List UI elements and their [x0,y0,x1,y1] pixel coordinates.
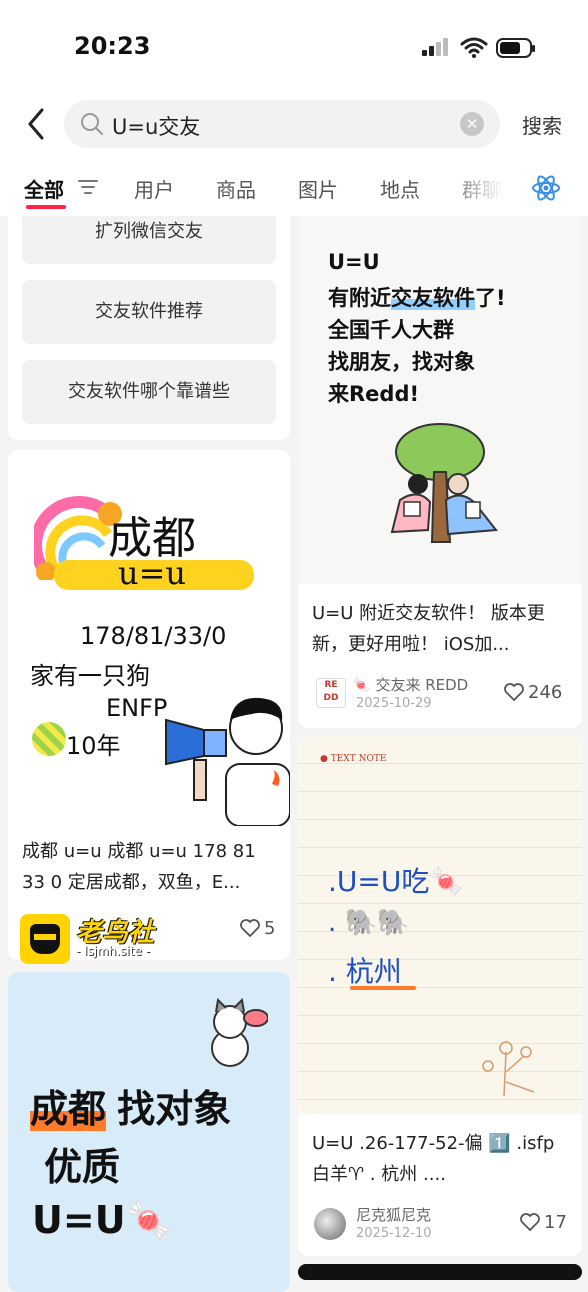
heart-icon [504,683,524,702]
suggestion-item[interactable]: 交友软件哪个靠谱些 [22,360,276,424]
tab-products[interactable]: 商品 [216,174,256,203]
image-line: 家有一只狗 [30,662,150,690]
search-icon [81,113,103,135]
image-heading: 成都 找对象 [30,1078,231,1133]
author-avatar[interactable] [314,1208,346,1240]
like-counter[interactable]: 246 [504,682,562,703]
search-query: U=u交友 [112,115,201,139]
filter-icon[interactable] [78,178,98,196]
image-line: ENFP [106,694,168,722]
status-time: 20:23 [74,32,151,60]
author-avatar[interactable]: RE DD [316,678,346,708]
image-tag: u=u [118,554,187,592]
status-bar: 20:23 [0,0,588,90]
image-line: 有附近交友软件了! [328,286,506,310]
post-caption: 成都 u=u 成都 u=u 178 81 33 0 定居成都，双鱼，E... [22,841,256,893]
active-tab-indicator [26,205,66,209]
image-line: U=U🍬 [32,1198,173,1242]
image-line: 找朋友，找对象 [328,350,475,374]
related-searches-card: 扩列微信交友 交友软件推荐 交友软件哪个靠谱些 [8,216,290,440]
post-card[interactable] [298,1264,582,1280]
post-date: 2025-10-29 [356,696,432,711]
image-heading-text: 找对象 [117,1087,232,1131]
image-line: U=U [328,250,380,274]
back-arrow-icon[interactable] [22,104,52,144]
note-underline [350,986,416,990]
suggestion-item[interactable]: 交友软件推荐 [22,280,276,344]
post-caption: U=U .26-177-52-偏 1️⃣ .isfp 白羊♈ . 杭州 .... [312,1133,555,1185]
clear-icon[interactable]: ✕ [460,112,484,136]
tab-images[interactable]: 图片 [298,174,338,203]
category-tabs: 全部 用户 商品 图片 地点 群聊 [0,160,588,216]
note-header: ● TEXT NOTE [320,754,387,764]
heart-icon [240,919,260,938]
search-header: U=u交友 ✕ 搜索 [0,90,588,160]
image-heading-highlight: 成都 [30,1087,107,1131]
post-card[interactable]: ● TEXT NOTE .U=U吃🍬 . 🐘🐘 . 杭州 U=U .26-177… [298,736,582,1256]
image-line: 全国千人大群 [328,318,454,342]
author-name[interactable]: 尼克狐尼克 [356,1204,431,1225]
search-input[interactable]: U=u交友 ✕ [64,100,500,148]
watermark-logo-icon [20,914,70,964]
post-card[interactable]: 成都 u=u 178/81/33/0 家有一只狗 ENFP 10年 成都 u=u… [8,450,290,960]
ai-sparkle-icon[interactable] [530,172,562,204]
tab-all[interactable]: 全部 [24,174,64,203]
watermark-url: - lsjmh.site - [76,944,150,958]
note-line: .U=U吃🍬 [328,865,465,898]
post-date: 2025-12-10 [356,1226,432,1241]
post-image: U=U 有附近交友软件了! 全国千人大群 找朋友，找对象 来Redd! [298,216,582,584]
heart-icon [520,1213,540,1232]
tab-places[interactable]: 地点 [380,174,420,203]
like-count: 5 [264,918,276,939]
image-highlight: 交友软件 [391,286,475,310]
like-count: 17 [544,1212,567,1233]
author-name[interactable]: 🍬 交友来 REDD [352,674,468,695]
like-counter[interactable]: 5 [240,918,275,939]
tabs-fade [440,160,520,216]
cat-illustration [211,998,268,1067]
post-card[interactable]: 成都 找对象 优质 U=U🍬 [8,972,290,1292]
note-line: . 杭州 [328,955,402,988]
tab-users[interactable]: 用户 [134,174,174,203]
battery-icon [496,38,535,58]
status-icons [420,36,540,62]
post-caption: U=U 附近交友软件！ 版本更新，更好用啦！ iOS加... [312,603,545,655]
search-button[interactable]: 搜索 [522,110,562,139]
candy-icon [32,722,66,756]
image-line: 10年 [66,732,121,760]
watermark: 老鸟社 - lsjmh.site - [20,914,190,964]
post-image: 成都 u=u 178/81/33/0 家有一只狗 ENFP 10年 [8,450,290,826]
post-card[interactable]: U=U 有附近交友软件了! 全国千人大群 找朋友，找对象 来Redd! U=U … [298,216,582,728]
like-counter[interactable]: 17 [520,1212,567,1233]
flower-doodle [482,1041,535,1097]
note-line: . 🐘🐘 [328,908,410,938]
image-line: 178/81/33/0 [80,622,227,650]
image-line: 优质 [44,1145,121,1189]
tree-reading-illustration [390,423,498,543]
suggestion-item[interactable]: 扩列微信交友 [22,216,276,264]
image-line: 来Redd! [328,382,420,406]
like-count: 246 [528,682,563,703]
wifi-icon [460,37,488,58]
post-image: ● TEXT NOTE .U=U吃🍬 . 🐘🐘 . 杭州 [298,736,582,1114]
megaphone-boy-illustration [165,697,290,826]
